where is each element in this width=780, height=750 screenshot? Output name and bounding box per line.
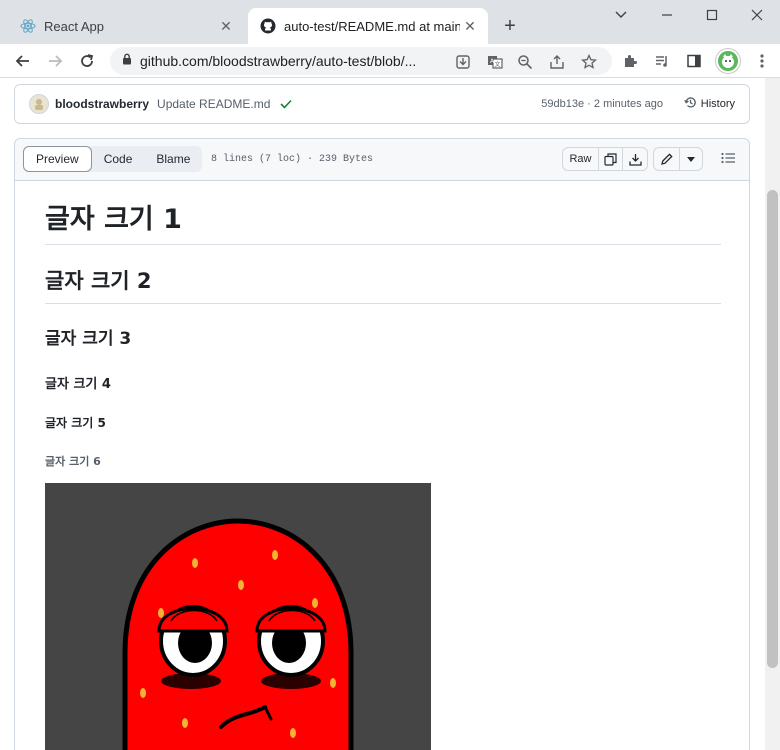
file-header: Preview Code Blame 8 lines (7 loc) · 239… — [15, 139, 749, 181]
address-bar[interactable]: github.com/bloodstrawberry/auto-test/blo… — [110, 47, 612, 75]
react-icon — [20, 18, 36, 34]
close-icon[interactable] — [742, 4, 772, 26]
new-tab-button[interactable]: + — [498, 14, 522, 38]
edit-actions — [653, 147, 703, 171]
extensions-icon[interactable] — [620, 51, 640, 71]
tab-strip: React App ✕ auto-test/README.md at main … — [0, 0, 780, 44]
zoom-icon[interactable] — [516, 53, 534, 71]
scrollbar-thumb[interactable] — [767, 190, 778, 668]
latest-commit-bar: bloodstrawberry Update README.md 59db13e… — [14, 84, 750, 124]
profile-avatar[interactable] — [716, 49, 740, 73]
github-icon — [260, 18, 276, 34]
markdown-body: 글자 크기 1 글자 크기 2 글자 크기 3 글자 크기 4 글자 크기 5 … — [45, 197, 721, 469]
close-tab-icon[interactable]: ✕ — [460, 16, 480, 36]
pencil-icon[interactable] — [654, 148, 680, 170]
chevron-down-icon[interactable] — [606, 4, 636, 26]
reload-icon[interactable] — [74, 48, 100, 74]
translate-icon[interactable]: 文A — [486, 53, 504, 71]
copy-icon[interactable] — [599, 148, 623, 170]
tab-readme[interactable]: auto-test/README.md at main ✕ — [248, 8, 488, 44]
tab-title: React App — [44, 18, 104, 34]
install-icon[interactable] — [454, 53, 472, 71]
browser-toolbar: github.com/bloodstrawberry/auto-test/blo… — [0, 44, 780, 78]
heading-6: 글자 크기 6 — [45, 455, 101, 468]
forward-icon[interactable] — [42, 48, 68, 74]
page-scrollbar[interactable] — [765, 78, 780, 750]
side-panel-icon[interactable] — [684, 51, 704, 71]
code-tab[interactable]: Code — [92, 146, 145, 172]
outline-list-icon[interactable] — [721, 151, 735, 169]
bookmark-star-icon[interactable] — [580, 53, 598, 71]
heading-3: 글자 크기 3 — [45, 329, 132, 349]
github-page: bloodstrawberry Update README.md 59db13e… — [0, 78, 765, 750]
minimize-icon[interactable] — [652, 4, 682, 26]
download-icon[interactable] — [623, 148, 647, 170]
heading-2: 글자 크기 2 — [45, 265, 721, 304]
heading-4: 글자 크기 4 — [45, 377, 111, 392]
tab-react-app[interactable]: React App ✕ — [8, 8, 244, 44]
file-viewer: Preview Code Blame 8 lines (7 loc) · 239… — [14, 138, 750, 750]
lock-icon — [122, 52, 132, 70]
url-text: github.com/bloodstrawberry/auto-test/blo… — [140, 53, 417, 69]
commit-message-link[interactable]: Update README.md — [157, 97, 270, 111]
svg-text:文: 文 — [494, 61, 500, 69]
share-icon[interactable] — [548, 53, 566, 71]
media-control-icon[interactable] — [652, 51, 672, 71]
raw-actions: Raw — [562, 147, 648, 171]
heading-5: 글자 크기 5 — [45, 416, 106, 430]
view-switcher: Preview Code Blame — [23, 146, 203, 172]
back-icon[interactable] — [10, 48, 36, 74]
heading-1: 글자 크기 1 — [45, 197, 721, 245]
author-avatar[interactable] — [29, 94, 49, 114]
commit-sha-time[interactable]: 59db13e · 2 minutes ago — [541, 98, 663, 110]
chevron-down-icon[interactable] — [680, 148, 702, 170]
blame-tab[interactable]: Blame — [144, 146, 202, 172]
file-info: 8 lines (7 loc) · 239 Bytes — [211, 154, 374, 165]
history-icon — [683, 96, 697, 112]
history-label: History — [700, 98, 735, 110]
strawberry-character-image[interactable] — [45, 483, 431, 750]
close-tab-icon[interactable]: ✕ — [216, 16, 236, 36]
raw-button[interactable]: Raw — [563, 148, 599, 170]
check-icon[interactable] — [280, 97, 292, 112]
commit-author-link[interactable]: bloodstrawberry — [55, 97, 149, 111]
history-button[interactable]: History — [683, 96, 735, 112]
more-menu-icon[interactable] — [752, 51, 772, 71]
tab-title: auto-test/README.md at main — [284, 18, 460, 34]
preview-tab[interactable]: Preview — [23, 146, 92, 172]
maximize-icon[interactable] — [697, 4, 727, 26]
